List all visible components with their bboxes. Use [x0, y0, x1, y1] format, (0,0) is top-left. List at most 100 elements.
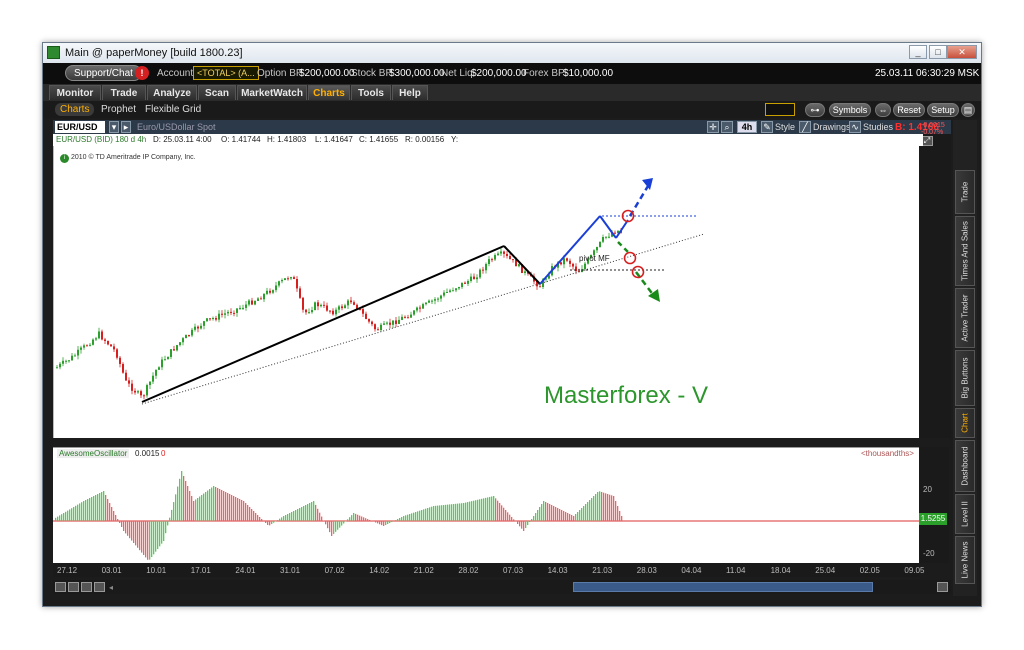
drawings-icon[interactable]: ╱ — [799, 121, 811, 133]
symbol-input[interactable]: EUR/USD — [55, 121, 105, 133]
oscillator-bar — [339, 521, 341, 528]
ohlc-info-bar: EUR/USD (BID) 180 d 4h D: 25.03.11 4:00 … — [53, 134, 923, 146]
tab-monitor[interactable]: Monitor — [49, 85, 101, 100]
subtab-prophet[interactable]: Prophet — [101, 104, 136, 115]
candle-body — [95, 338, 97, 340]
info-icon[interactable]: i — [60, 154, 69, 163]
sidetab-dashboard-label: Dashboard — [960, 446, 970, 486]
sidetab-times-and-sales[interactable]: Times And Sales — [955, 216, 975, 286]
minimize-button[interactable]: _ — [909, 45, 927, 59]
tab-analyze[interactable]: Analyze — [147, 85, 197, 100]
price-chart[interactable]: i 2010 © TD Ameritrade IP Company, Inc. p… — [53, 146, 919, 438]
pan-icon[interactable] — [94, 582, 105, 592]
zoom-out-icon[interactable] — [81, 582, 92, 592]
sidetab-level-ii[interactable]: Level II — [955, 494, 975, 534]
symbol-lookup-icon[interactable]: ▸ — [121, 121, 131, 133]
drawings-menu[interactable]: Drawings — [813, 122, 851, 132]
oscillator-bar — [267, 521, 269, 525]
oscillator-bar — [447, 504, 449, 521]
setup-button[interactable]: Setup — [927, 103, 959, 117]
support-chat-button[interactable]: Support/Chat — [65, 65, 142, 81]
link-box[interactable] — [765, 103, 795, 116]
sync-icon[interactable]: ⇔ — [875, 103, 891, 117]
sidetab-big-buttons-label: Big Buttons — [960, 357, 970, 399]
forex-bp-label: Forex BP — [523, 68, 565, 79]
menu-icon[interactable]: ▤ — [961, 103, 975, 117]
oscillator-panel[interactable] — [53, 459, 919, 563]
oscillator-bar — [105, 495, 107, 521]
oscillator-bar — [501, 505, 503, 521]
studies-menu[interactable]: Studies — [863, 122, 893, 132]
oscillator-bar — [475, 500, 477, 521]
sidetab-trade[interactable]: Trade — [955, 170, 975, 214]
close-button[interactable]: ✕ — [947, 45, 977, 59]
scroll-left-icon[interactable]: ◂ — [109, 583, 113, 592]
symbols-button[interactable]: Symbols — [829, 103, 871, 117]
title-bar: Main @ paperMoney [build 1800.23] _ □ ✕ — [43, 43, 981, 63]
oscillator-bar — [163, 521, 165, 541]
chart-scrollbar[interactable] — [573, 582, 873, 592]
oscillator-bar — [401, 517, 403, 521]
alert-badge[interactable]: ! — [135, 66, 149, 80]
sidetab-chart[interactable]: Chart — [955, 408, 975, 438]
oscillator-bar — [525, 521, 527, 528]
symbol-dropdown-icon[interactable]: ▾ — [109, 121, 119, 133]
price-scale[interactable]: -0.0015 -0.07% ⤢ — [919, 122, 951, 438]
style-menu[interactable]: Style — [775, 122, 795, 132]
option-bp-value: $200,000.00 — [299, 68, 355, 79]
reset-button[interactable]: Reset — [893, 103, 925, 117]
oscillator-bar — [575, 514, 577, 521]
candle-body — [389, 322, 391, 325]
zoom-in-icon[interactable] — [68, 582, 79, 592]
tab-tools[interactable]: Tools — [351, 85, 391, 100]
tab-scan[interactable]: Scan — [198, 85, 236, 100]
candle-body — [347, 300, 349, 306]
tab-trade[interactable]: Trade — [102, 85, 146, 100]
candle-body — [56, 367, 58, 369]
oscillator-bar — [115, 515, 117, 521]
candle-body — [566, 258, 568, 261]
candle-body — [68, 360, 70, 362]
candlestick-chart[interactable] — [54, 146, 920, 438]
zoom-icon[interactable]: ⌕ — [721, 121, 733, 133]
timeframe-select[interactable]: 4h — [737, 121, 757, 133]
sidetab-dashboard[interactable]: Dashboard — [955, 440, 975, 492]
maximize-button[interactable]: □ — [929, 45, 947, 59]
oscillator-bar — [269, 521, 271, 526]
crosshair-icon[interactable]: ✛ — [707, 121, 719, 133]
account-select[interactable]: <TOTAL> (A... — [193, 66, 259, 80]
candle-body — [122, 363, 124, 373]
grid-icon[interactable] — [55, 582, 66, 592]
oscillator-bar — [333, 521, 335, 534]
tab-charts[interactable]: Charts — [308, 85, 350, 100]
candle-body — [272, 290, 274, 293]
pin-icon[interactable]: ⊶ — [805, 103, 825, 117]
oscillator-bar — [299, 508, 301, 521]
oscillator-name[interactable]: AwesomeOscillator — [57, 449, 130, 458]
studies-icon[interactable]: ∿ — [849, 121, 861, 133]
sidetab-big-buttons[interactable]: Big Buttons — [955, 350, 975, 406]
x-axis-label: 24.01 — [235, 566, 256, 575]
tab-help[interactable]: Help — [392, 85, 428, 100]
oscillator-bar — [111, 507, 113, 521]
candle-body — [506, 253, 508, 257]
oscillator-bar — [97, 494, 99, 521]
subtab-charts[interactable]: Charts — [55, 103, 95, 116]
tab-marketwatch[interactable]: MarketWatch — [237, 85, 307, 100]
candle-body — [563, 258, 565, 265]
candle-body — [239, 307, 241, 309]
candle-body — [482, 269, 484, 271]
oscillator-bar — [63, 513, 65, 521]
subtab-flexible-grid[interactable]: Flexible Grid — [145, 104, 201, 115]
oscillator-bar — [527, 521, 529, 525]
sidetab-active-trader[interactable]: Active Trader — [955, 288, 975, 348]
oscillator-chart[interactable] — [53, 459, 919, 563]
oscillator-units: <thousandths> — [861, 449, 914, 458]
expand-width-icon[interactable] — [937, 582, 948, 592]
sidetab-live-news[interactable]: Live News — [955, 536, 975, 584]
oscillator-bar — [93, 496, 95, 521]
style-icon[interactable]: ✎ — [761, 121, 773, 133]
oscillator-bar — [159, 521, 161, 547]
account-label: Account — [157, 68, 194, 79]
candle-body — [113, 346, 115, 350]
